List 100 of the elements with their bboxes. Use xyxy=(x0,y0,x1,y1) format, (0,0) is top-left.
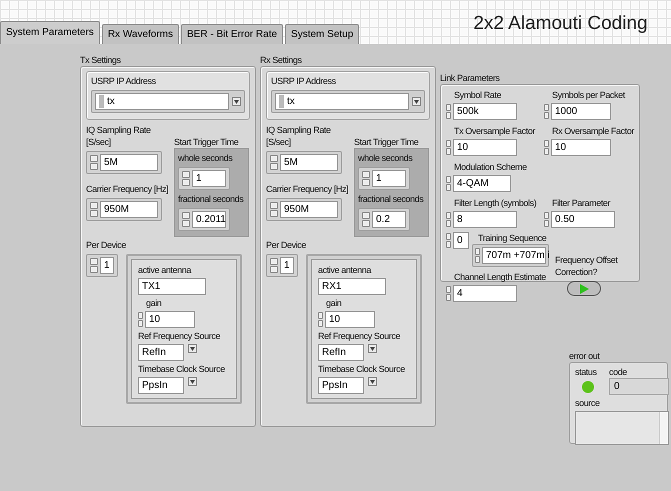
numeric-control[interactable]: 1 xyxy=(358,167,410,190)
label: error out xyxy=(569,350,600,362)
value-field[interactable]: 1 xyxy=(372,170,406,187)
decrement-button[interactable] xyxy=(270,266,278,273)
increment-button[interactable] xyxy=(270,202,278,209)
value-field[interactable]: 0.2011 xyxy=(192,211,226,228)
increment-button[interactable] xyxy=(90,155,98,162)
decrement-button[interactable] xyxy=(270,210,278,217)
increment-button[interactable] xyxy=(446,212,451,219)
decrement-button[interactable] xyxy=(475,256,480,263)
ip-address-control[interactable]: tx xyxy=(271,90,425,113)
toggle-button[interactable] xyxy=(567,281,601,296)
increment-button[interactable] xyxy=(270,258,278,265)
increment-button[interactable] xyxy=(475,248,480,255)
value-field[interactable]: tx xyxy=(95,93,229,110)
decrement-button[interactable] xyxy=(446,241,451,248)
numeric-control[interactable]: 5M xyxy=(86,151,162,174)
increment-button[interactable] xyxy=(138,312,143,319)
tab[interactable]: System Parameters xyxy=(0,21,100,44)
increment-button[interactable] xyxy=(544,104,549,111)
numeric-control[interactable]: 0.2 xyxy=(358,208,410,231)
increment-button[interactable] xyxy=(362,171,370,178)
increment-button[interactable] xyxy=(270,155,278,162)
increment-button[interactable] xyxy=(182,212,190,219)
value-field[interactable]: 1 xyxy=(280,257,294,274)
decrement-button[interactable] xyxy=(446,112,451,119)
value-field[interactable]: 10 xyxy=(145,311,195,328)
value-field[interactable]: tx xyxy=(275,93,409,110)
value-field[interactable]: 4-QAM xyxy=(453,175,511,192)
value-field[interactable]: RefIn xyxy=(138,344,184,361)
scrollbar[interactable] xyxy=(659,412,668,444)
dropdown-button[interactable] xyxy=(188,344,197,353)
decrement-button[interactable] xyxy=(182,179,190,186)
value-field[interactable]: 950M xyxy=(100,201,158,218)
numeric-control[interactable]: 1 xyxy=(178,167,230,190)
increment-button[interactable] xyxy=(90,202,98,209)
numeric-control[interactable]: 950M xyxy=(86,198,162,221)
value-field[interactable]: RefIn xyxy=(318,344,364,361)
decrement-button[interactable] xyxy=(544,112,549,119)
decrement-button[interactable] xyxy=(446,294,451,301)
value-field[interactable]: 0.2 xyxy=(372,211,406,228)
dropdown-button[interactable] xyxy=(232,97,241,106)
increment-button[interactable] xyxy=(362,212,370,219)
increment-button[interactable] xyxy=(446,286,451,293)
value-field[interactable]: 0 xyxy=(453,232,469,249)
increment-button[interactable] xyxy=(90,258,98,265)
decrement-button[interactable] xyxy=(318,320,323,327)
decrement-button[interactable] xyxy=(362,179,370,186)
dropdown-button[interactable] xyxy=(368,377,377,386)
numeric-control[interactable]: 0.2011 xyxy=(178,208,230,231)
ip-address-control[interactable]: tx xyxy=(91,90,245,113)
value-field[interactable]: 0.50 xyxy=(551,211,615,228)
numeric-control[interactable]: 950M xyxy=(266,198,342,221)
value-field[interactable]: 5M xyxy=(280,154,338,171)
label: Symbols per Packet xyxy=(552,89,625,101)
value-field[interactable]: 8 xyxy=(453,211,517,228)
value-field[interactable]: 1 xyxy=(192,170,226,187)
decrement-button[interactable] xyxy=(182,220,190,227)
value-field[interactable]: RX1 xyxy=(318,278,386,295)
increment-button[interactable] xyxy=(544,140,549,147)
increment-button[interactable] xyxy=(446,176,451,183)
increment-button[interactable] xyxy=(446,140,451,147)
decrement-button[interactable] xyxy=(270,163,278,170)
decrement-button[interactable] xyxy=(446,184,451,191)
increment-button[interactable] xyxy=(446,233,451,240)
code-field: 0 xyxy=(609,378,669,395)
value-field[interactable]: PpsIn xyxy=(138,377,184,394)
value-field[interactable]: PpsIn xyxy=(318,377,364,394)
decrement-button[interactable] xyxy=(90,163,98,170)
numeric-control[interactable]: 1 xyxy=(266,254,298,277)
increment-button[interactable] xyxy=(182,171,190,178)
value-field[interactable]: 1000 xyxy=(551,103,611,120)
decrement-button[interactable] xyxy=(90,210,98,217)
value-field[interactable]: 10 xyxy=(453,139,517,156)
dropdown-button[interactable] xyxy=(368,344,377,353)
value-field[interactable]: 10 xyxy=(551,139,611,156)
decrement-button[interactable] xyxy=(446,220,451,227)
increment-button[interactable] xyxy=(318,312,323,319)
value-field[interactable]: 10 xyxy=(325,311,375,328)
value-field[interactable]: TX1 xyxy=(138,278,206,295)
decrement-button[interactable] xyxy=(446,148,451,155)
value-field[interactable]: 5M xyxy=(100,154,158,171)
tab[interactable]: Rx Waveforms xyxy=(102,24,180,44)
value-field[interactable]: 1 xyxy=(100,257,114,274)
decrement-button[interactable] xyxy=(544,220,549,227)
tab[interactable]: BER - Bit Error Rate xyxy=(181,24,284,44)
decrement-button[interactable] xyxy=(90,266,98,273)
dropdown-button[interactable] xyxy=(412,97,421,106)
numeric-control[interactable]: 1 xyxy=(86,254,118,277)
value-field[interactable]: 500k xyxy=(453,103,517,120)
numeric-control[interactable]: 5M xyxy=(266,151,342,174)
increment-button[interactable] xyxy=(446,104,451,111)
value-field[interactable]: 4 xyxy=(453,285,517,302)
decrement-button[interactable] xyxy=(362,220,370,227)
dropdown-button[interactable] xyxy=(188,377,197,386)
decrement-button[interactable] xyxy=(544,148,549,155)
decrement-button[interactable] xyxy=(138,320,143,327)
tab[interactable]: System Setup xyxy=(285,24,360,44)
increment-button[interactable] xyxy=(544,212,549,219)
value-field[interactable]: 950M xyxy=(280,201,338,218)
